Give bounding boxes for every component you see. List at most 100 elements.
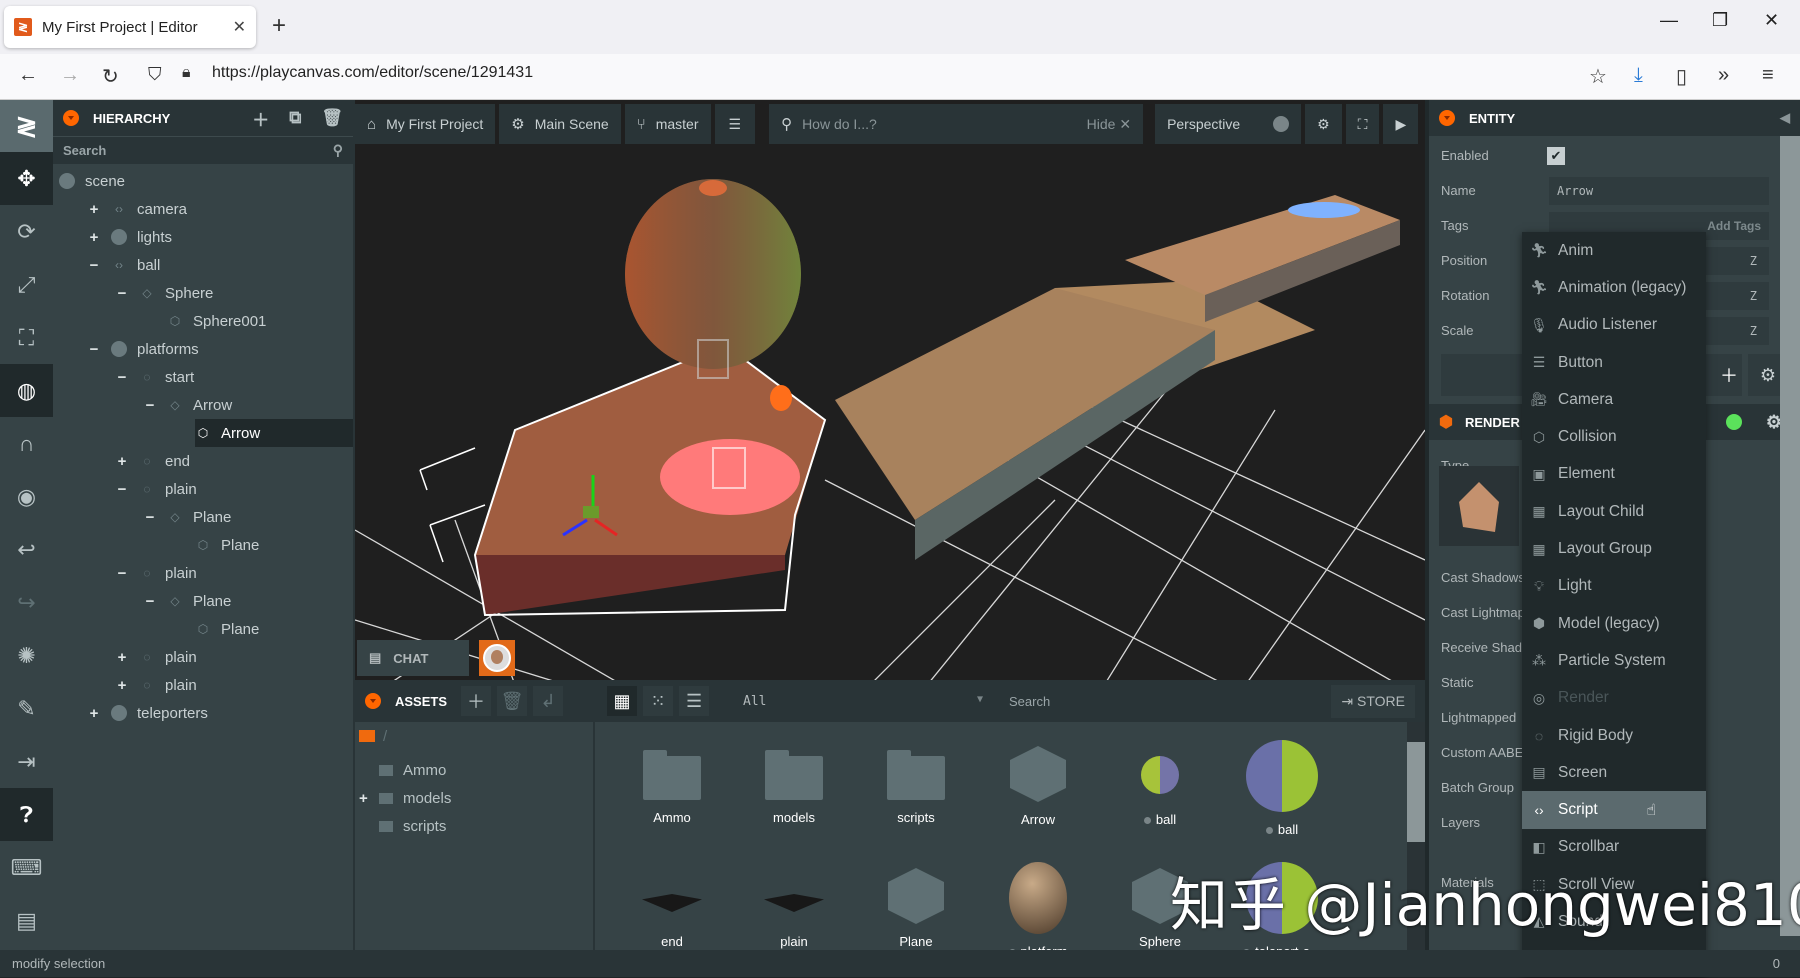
menu-item-layout-group[interactable]: ▦ Layout Group <box>1522 530 1706 567</box>
scene-button[interactable]: ⚙ Main Scene <box>499 104 621 144</box>
expand-icon[interactable]: + <box>115 649 129 666</box>
user-avatar[interactable] <box>479 640 515 676</box>
scale-tool-icon[interactable]: ⤢ <box>0 258 53 311</box>
tree-item[interactable]: + ‹› camera <box>53 195 353 223</box>
help-icon[interactable]: ❓︎ <box>0 788 53 841</box>
expand-icon[interactable]: + <box>87 201 101 218</box>
asset-folder-item[interactable]: Ammo <box>355 756 593 784</box>
grid-large-view-icon[interactable]: ▦ <box>607 686 638 716</box>
expand-icon[interactable]: + <box>115 677 129 694</box>
asset-tile[interactable]: end <box>617 868 727 949</box>
tree-item[interactable]: ⬡ Plane <box>53 531 353 559</box>
tree-item[interactable]: + ◌ end <box>53 447 353 475</box>
download-icon[interactable]: ⤓ <box>1634 64 1643 87</box>
tree-item[interactable]: − ◇ Plane <box>53 587 353 615</box>
asset-filter-select[interactable]: All ▼ <box>743 694 983 709</box>
hierarchy-search-input[interactable]: Search ⚲ <box>53 136 353 164</box>
tree-item[interactable]: scene <box>53 167 353 195</box>
minimize-icon[interactable]: — <box>1660 10 1678 31</box>
tree-item[interactable]: + ◌ plain <box>53 643 353 671</box>
playcanvas-logo[interactable]: ≷ <box>0 100 53 152</box>
settings-button[interactable]: ⚙ <box>1305 104 1342 144</box>
tree-item[interactable]: ⬡ Sphere001 <box>53 307 353 335</box>
component-enabled-toggle[interactable] <box>1725 414 1742 430</box>
scene-render[interactable] <box>355 100 1425 680</box>
lock-icon[interactable]: 🔒︎ <box>182 64 191 82</box>
collapse-icon[interactable]: − <box>143 509 157 526</box>
asset-back-icon[interactable]: ↲ <box>533 686 564 716</box>
browser-tab[interactable]: ≷ My First Project | Editor ✕ <box>4 6 256 48</box>
tree-item[interactable]: ⬡ Arrow <box>53 419 353 447</box>
expand-icon[interactable]: + <box>87 705 101 722</box>
menu-item-script[interactable]: ‹› Script ☝︎ <box>1522 791 1706 829</box>
list-view-icon[interactable]: ☰ <box>679 686 710 716</box>
duplicate-entity-icon[interactable]: ⧉ <box>289 108 301 128</box>
name-input[interactable]: Arrow <box>1549 176 1769 205</box>
collapse-icon[interactable]: − <box>115 481 129 498</box>
asset-tile[interactable]: Ammo <box>617 746 727 825</box>
collapse-icon[interactable]: − <box>115 285 129 302</box>
asset-search-input[interactable]: Search <box>1009 694 1309 709</box>
url-field[interactable]: https://playcanvas.com/editor/scene/1291… <box>212 64 533 82</box>
inspector-scrollbar[interactable] <box>1780 136 1800 936</box>
collapse-icon[interactable]: − <box>143 593 157 610</box>
menu-item-button[interactable]: ☰ Button <box>1522 344 1706 381</box>
tree-item[interactable]: + ◌ plain <box>53 671 353 699</box>
resize-element-icon[interactable]: ⛶ <box>0 311 53 364</box>
collapse-icon[interactable]: − <box>115 369 129 386</box>
tree-item[interactable]: − platforms <box>53 335 353 363</box>
lightmap-bulb-icon[interactable]: ✺ <box>0 629 53 682</box>
tree-item[interactable]: − ◌ start <box>53 363 353 391</box>
panel-collapse-icon[interactable] <box>365 693 381 709</box>
branch-button[interactable]: ⑂ master <box>624 104 711 144</box>
tree-item[interactable]: − ◇ Sphere <box>53 279 353 307</box>
panel-collapse-icon[interactable] <box>1439 110 1455 126</box>
fullscreen-button[interactable]: ⛶ <box>1345 104 1380 144</box>
list-menu-button[interactable]: ☰ <box>714 104 756 144</box>
bookmark-star-icon[interactable]: ☆ <box>1589 64 1607 89</box>
collapse-icon[interactable]: − <box>115 565 129 582</box>
feedback-icon[interactable]: ▤ <box>0 894 53 947</box>
viewport[interactable]: ⌂ My First Project ⚙ Main Scene ⑂ master ☰ … <box>355 100 1425 680</box>
tree-item[interactable]: − ◌ plain <box>53 475 353 503</box>
tree-item[interactable]: − ◇ Plane <box>53 503 353 531</box>
help-search-input[interactable]: ⚲ How do I...? Hide ✕ <box>769 104 1144 144</box>
asset-tile[interactable]: Plane <box>861 868 971 949</box>
tree-item[interactable]: − ‹› ball <box>53 251 353 279</box>
expand-icon[interactable]: + <box>359 790 379 807</box>
menu-item-light[interactable]: 💡︎ Light <box>1522 568 1706 605</box>
add-asset-icon[interactable]: ＋ <box>461 686 492 716</box>
asset-tile[interactable]: scripts <box>861 746 971 825</box>
menu-item-audio-listener[interactable]: 🎙︎ Audio Listener <box>1522 307 1706 344</box>
keyboard-icon[interactable]: ⌨ <box>0 841 53 894</box>
store-button[interactable]: ⇥ STORE <box>1331 684 1415 718</box>
enabled-checkbox[interactable]: ✔ <box>1547 146 1565 165</box>
redo-icon[interactable]: ↪ <box>0 576 53 629</box>
add-entity-icon[interactable]: ＋ <box>252 106 269 131</box>
menu-item-screen[interactable]: ▤ Screen <box>1522 754 1706 791</box>
collapse-icon[interactable]: − <box>87 341 101 358</box>
asset-folder-item[interactable]: + models <box>355 784 593 812</box>
asset-tile[interactable]: Arrow <box>983 746 1093 827</box>
collapse-panel-icon[interactable]: ◀ <box>1780 110 1790 126</box>
camera-select[interactable]: Perspective <box>1155 104 1302 144</box>
expand-icon[interactable]: + <box>87 229 101 246</box>
menu-item-render[interactable]: ◎ Render <box>1522 680 1706 717</box>
menu-item-layout-child[interactable]: ▦ Layout Child <box>1522 493 1706 530</box>
window-close-icon[interactable]: ✕ <box>1764 10 1779 31</box>
snap-magnet-icon[interactable]: ∩ <box>0 417 53 470</box>
menu-item-particle-system[interactable]: ⁂ Particle System <box>1522 642 1706 679</box>
asset-tile[interactable]: models <box>739 746 849 825</box>
reader-view-icon[interactable]: ▯ <box>1676 64 1687 89</box>
render-asset-thumbnail[interactable] <box>1439 466 1519 546</box>
reload-icon[interactable]: ↻ <box>102 64 119 89</box>
menu-item-rigid-body[interactable]: ◌ Rigid Body <box>1522 717 1706 754</box>
project-button[interactable]: ⌂ My First Project <box>355 104 496 144</box>
world-space-icon[interactable]: ◍ <box>0 364 53 417</box>
restore-icon[interactable]: ❐ <box>1712 10 1728 31</box>
tree-item[interactable]: ⬡ Plane <box>53 615 353 643</box>
close-tab-icon[interactable]: ✕ <box>233 17 246 37</box>
app-menu-icon[interactable]: ≡ <box>1762 64 1774 87</box>
launch-button[interactable]: ▶ <box>1383 104 1419 144</box>
panel-collapse-icon[interactable] <box>63 110 79 126</box>
